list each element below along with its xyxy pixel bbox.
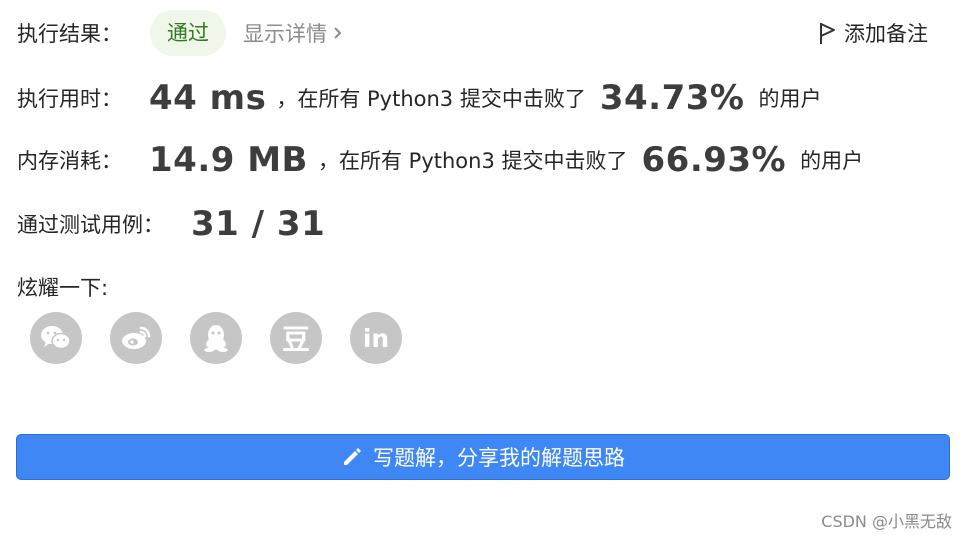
share-qq-button[interactable] xyxy=(190,312,242,364)
memory-percent: 66.93% xyxy=(641,140,787,180)
result-row: 执行结果： 通过 显示详情 xyxy=(17,10,342,56)
runtime-percent: 34.73% xyxy=(599,78,745,118)
memory-label: 内存消耗： xyxy=(17,149,122,173)
result-label: 执行结果： xyxy=(17,22,122,46)
memory-row: 内存消耗： 14.9 MB ，在所有 Python3 提交中击败了 66.93%… xyxy=(17,134,863,186)
tests-value: 31 / 31 xyxy=(191,204,326,244)
wechat-icon xyxy=(41,326,71,350)
write-solution-label: 写题解，分享我的解题思路 xyxy=(373,446,625,470)
runtime-row: 执行用时： 44 ms ，在所有 Python3 提交中击败了 34.73% 的… xyxy=(17,72,821,124)
memory-prefix: ，在所有 Python3 提交中击败了 xyxy=(317,149,628,173)
add-note-button[interactable]: 添加备注 xyxy=(818,10,928,56)
show-details-link[interactable]: 显示详情 xyxy=(243,18,342,48)
show-details-label: 显示详情 xyxy=(243,22,327,46)
add-note-label: 添加备注 xyxy=(844,22,928,46)
flag-icon xyxy=(820,23,835,44)
share-label: 炫耀一下: xyxy=(17,276,109,300)
status-badge: 通过 xyxy=(150,10,226,56)
share-weibo-button[interactable] xyxy=(110,312,162,364)
memory-value: 14.9 MB xyxy=(149,140,308,180)
runtime-prefix: ，在所有 Python3 提交中击败了 xyxy=(276,87,586,111)
share-linkedin-button[interactable]: in xyxy=(350,312,402,364)
linkedin-icon: in xyxy=(362,323,390,353)
douban-icon: 豆 xyxy=(281,323,310,356)
runtime-label: 执行用时： xyxy=(17,87,122,111)
runtime-value: 44 ms xyxy=(149,78,267,118)
share-douban-button[interactable]: 豆 xyxy=(270,312,322,364)
runtime-suffix: 的用户 xyxy=(758,87,822,111)
qq-icon xyxy=(204,325,228,352)
tests-label: 通过测试用例： xyxy=(17,213,164,237)
watermark: CSDN @小黑无敌 xyxy=(821,512,952,531)
share-buttons: 豆 in xyxy=(30,312,402,364)
tests-row: 通过测试用例： 31 / 31 xyxy=(17,198,325,250)
write-solution-button[interactable]: 写题解，分享我的解题思路 xyxy=(16,434,950,480)
memory-suffix: 的用户 xyxy=(800,149,864,173)
weibo-icon xyxy=(122,326,151,349)
chevron-right-icon xyxy=(334,27,342,39)
share-wechat-button[interactable] xyxy=(30,312,82,364)
share-row-label: 炫耀一下: xyxy=(17,270,108,304)
pencil-icon xyxy=(344,448,361,465)
